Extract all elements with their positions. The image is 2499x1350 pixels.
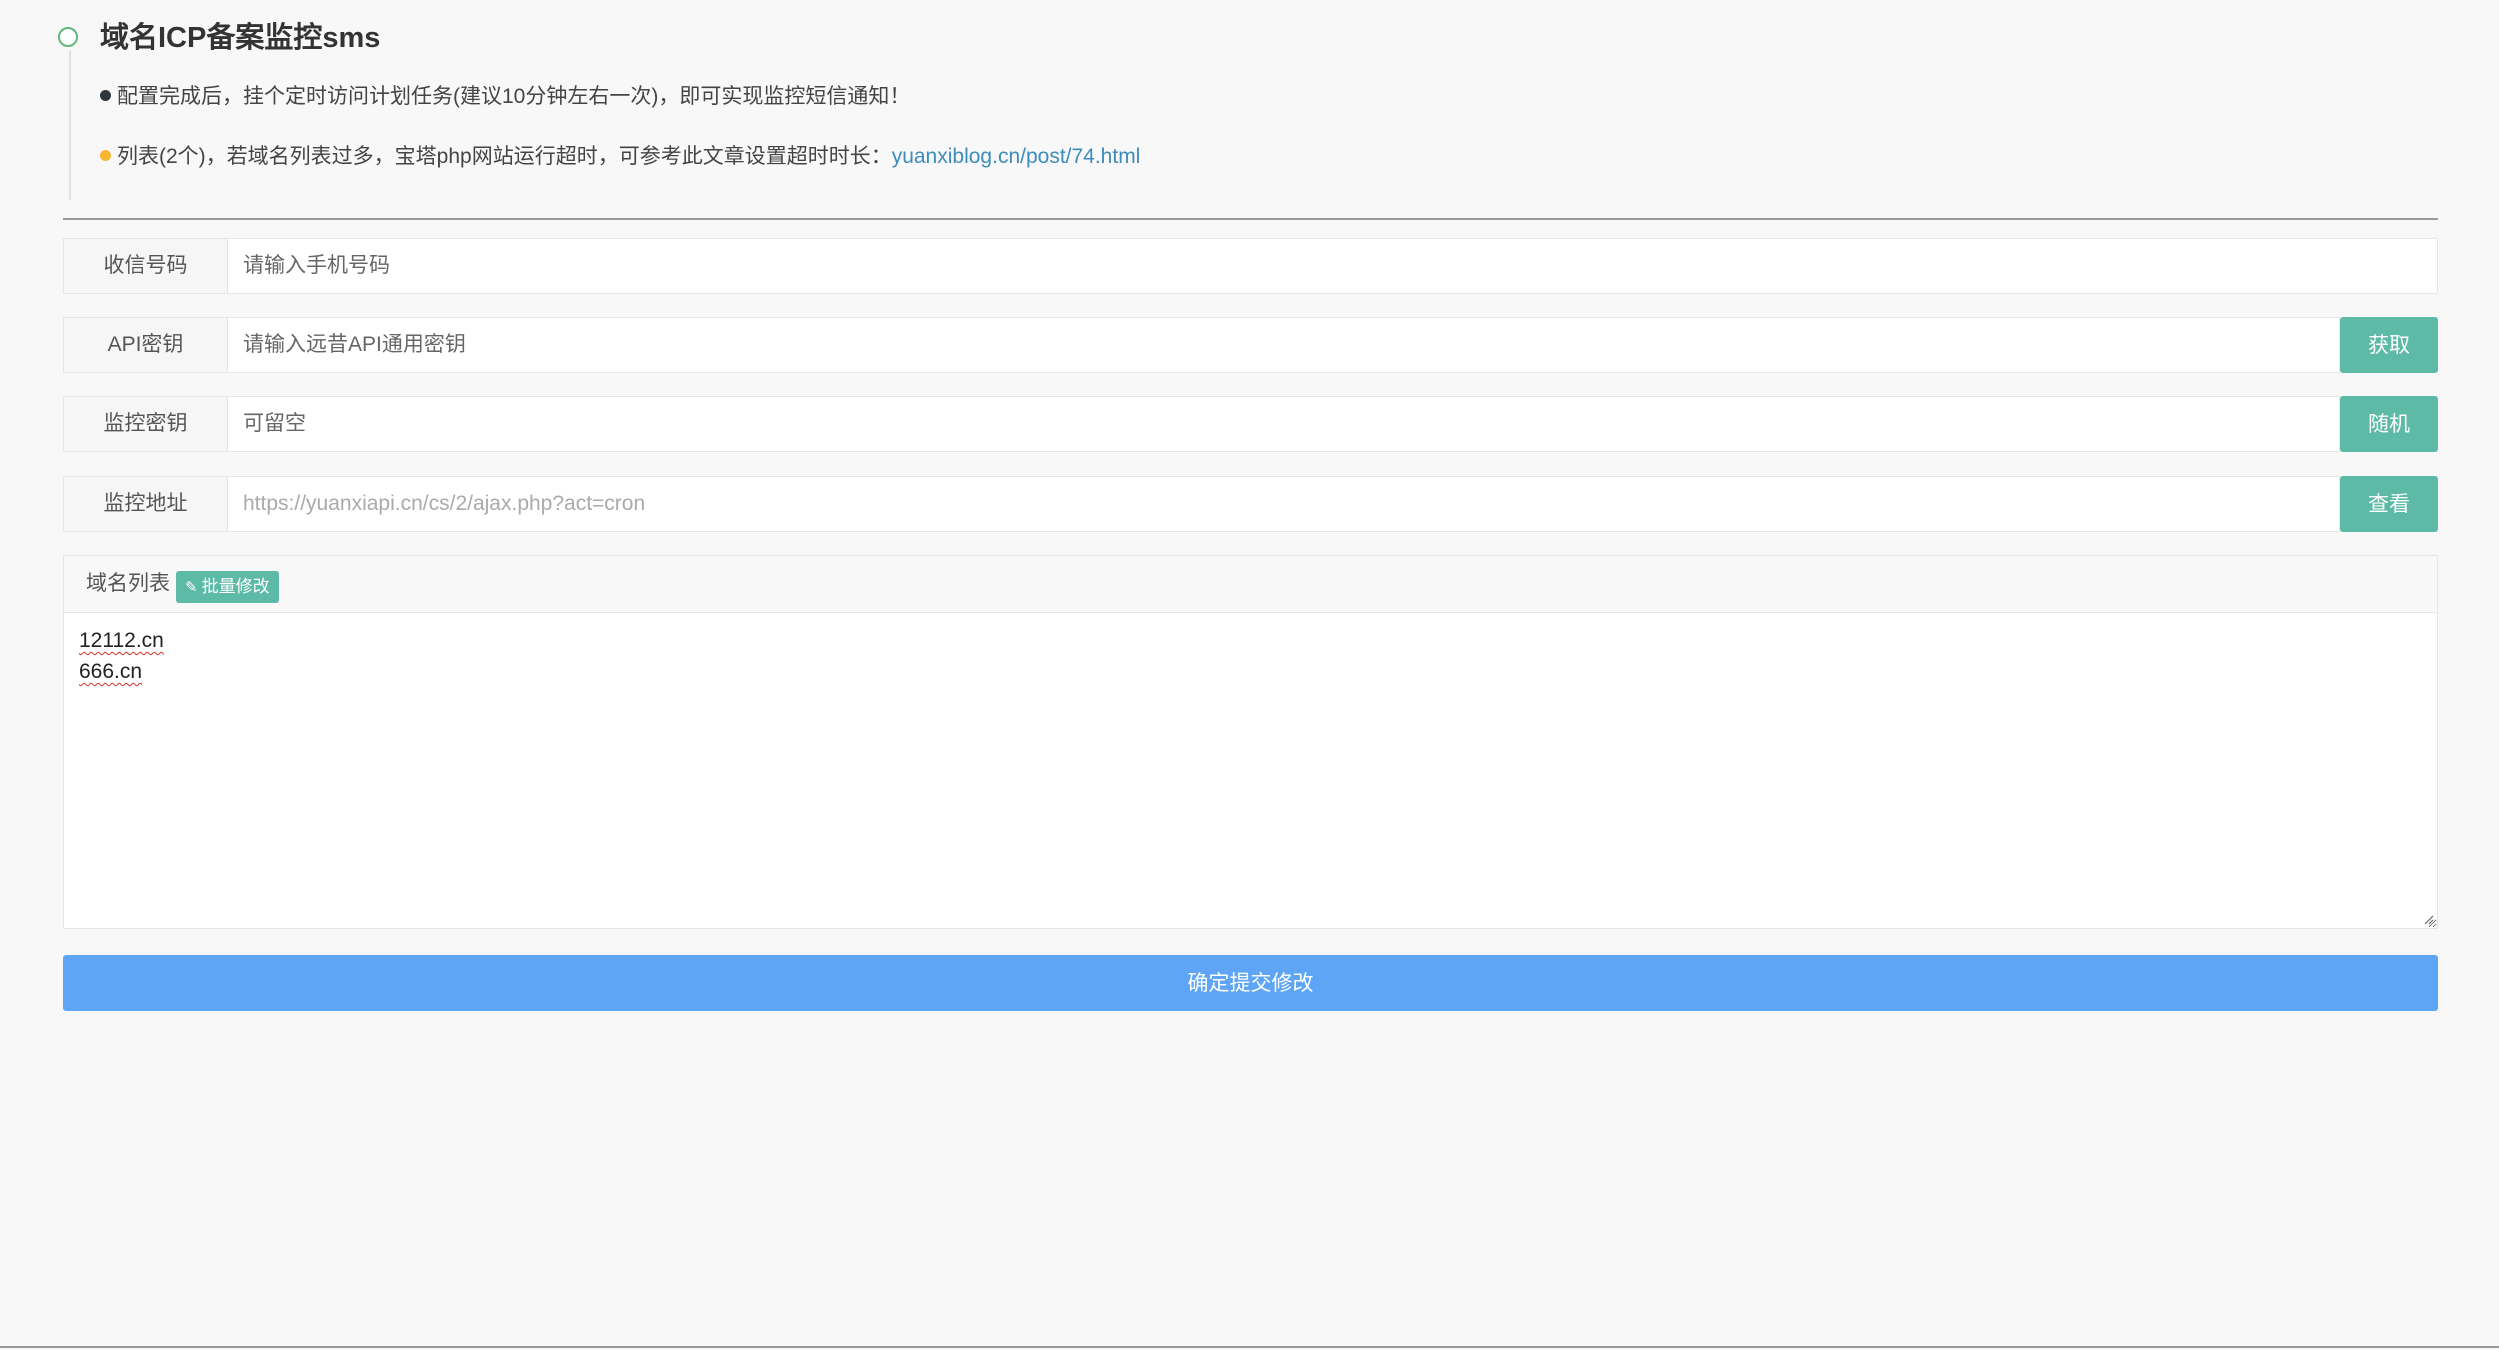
phone-input[interactable] — [227, 238, 2438, 294]
view-url-button[interactable]: 查看 — [2340, 476, 2438, 532]
info-note-timeout-text: 列表(2个)，若域名列表过多，宝塔php网站运行超时，可参考此文章设置超时时长： — [117, 145, 892, 168]
submit-button[interactable]: 确定提交修改 — [63, 955, 2438, 1011]
warning-dot-icon — [100, 149, 111, 161]
api-key-input[interactable] — [227, 317, 2340, 373]
monitor-url-label: 监控地址 — [63, 476, 228, 532]
monitor-key-input[interactable] — [227, 396, 2340, 452]
domain-item: 666.cn — [79, 660, 143, 683]
info-note-cron-text: 配置完成后，挂个定时访问计划任务(建议10分钟左右一次)，即可实现监控短信通知！ — [117, 85, 911, 108]
random-key-button[interactable]: 随机 — [2340, 396, 2438, 452]
divider — [63, 218, 2438, 220]
batch-edit-button[interactable]: ✎ 批量修改 — [176, 571, 279, 603]
info-note-cron: 配置完成后，挂个定时访问计划任务(建议10分钟左右一次)，即可实现监控短信通知！ — [100, 82, 910, 112]
monitor-url-input[interactable] — [227, 476, 2340, 532]
page-container: 域名ICP备案监控sms 配置完成后，挂个定时访问计划任务(建议10分钟左右一次… — [58, 0, 2438, 1011]
header-section: 域名ICP备案监控sms 配置完成后，挂个定时访问计划任务(建议10分钟左右一次… — [58, 0, 2438, 200]
monitor-key-label: 监控密钥 — [63, 396, 228, 452]
form-row-monitor-url: 监控地址 查看 — [63, 476, 2438, 532]
form-row-monitor-key: 监控密钥 随机 — [63, 396, 2438, 452]
timeline-circle-icon — [58, 27, 78, 47]
info-note-timeout: 列表(2个)，若域名列表过多，宝塔php网站运行超时，可参考此文章设置超时时长：… — [100, 142, 1140, 172]
domain-list-panel: 域名列表 ✎ 批量修改 12112.cn 666.cn — [63, 555, 2438, 929]
bullet-dot-icon — [100, 89, 111, 101]
domain-item: 12112.cn — [79, 629, 164, 652]
api-key-label: API密钥 — [63, 317, 228, 373]
bottom-border — [0, 1346, 2499, 1348]
domain-list-textarea[interactable] — [64, 613, 2437, 928]
phone-label: 收信号码 — [63, 238, 228, 294]
timeline-line — [69, 50, 71, 200]
form-row-phone: 收信号码 — [63, 238, 2438, 294]
form-row-api-key: API密钥 获取 — [63, 317, 2438, 373]
domain-list-label: 域名列表 — [86, 572, 170, 595]
pencil-icon: ✎ — [185, 579, 198, 596]
article-link[interactable]: yuanxiblog.cn/post/74.html — [892, 145, 1141, 168]
batch-edit-label: 批量修改 — [201, 577, 270, 596]
page-title: 域名ICP备案监控sms — [100, 22, 381, 54]
get-api-key-button[interactable]: 获取 — [2340, 317, 2438, 373]
resize-grip-icon[interactable] — [2422, 913, 2434, 925]
domain-list-content: 12112.cn 666.cn — [79, 625, 164, 687]
domain-list-header: 域名列表 ✎ 批量修改 — [64, 556, 2437, 613]
